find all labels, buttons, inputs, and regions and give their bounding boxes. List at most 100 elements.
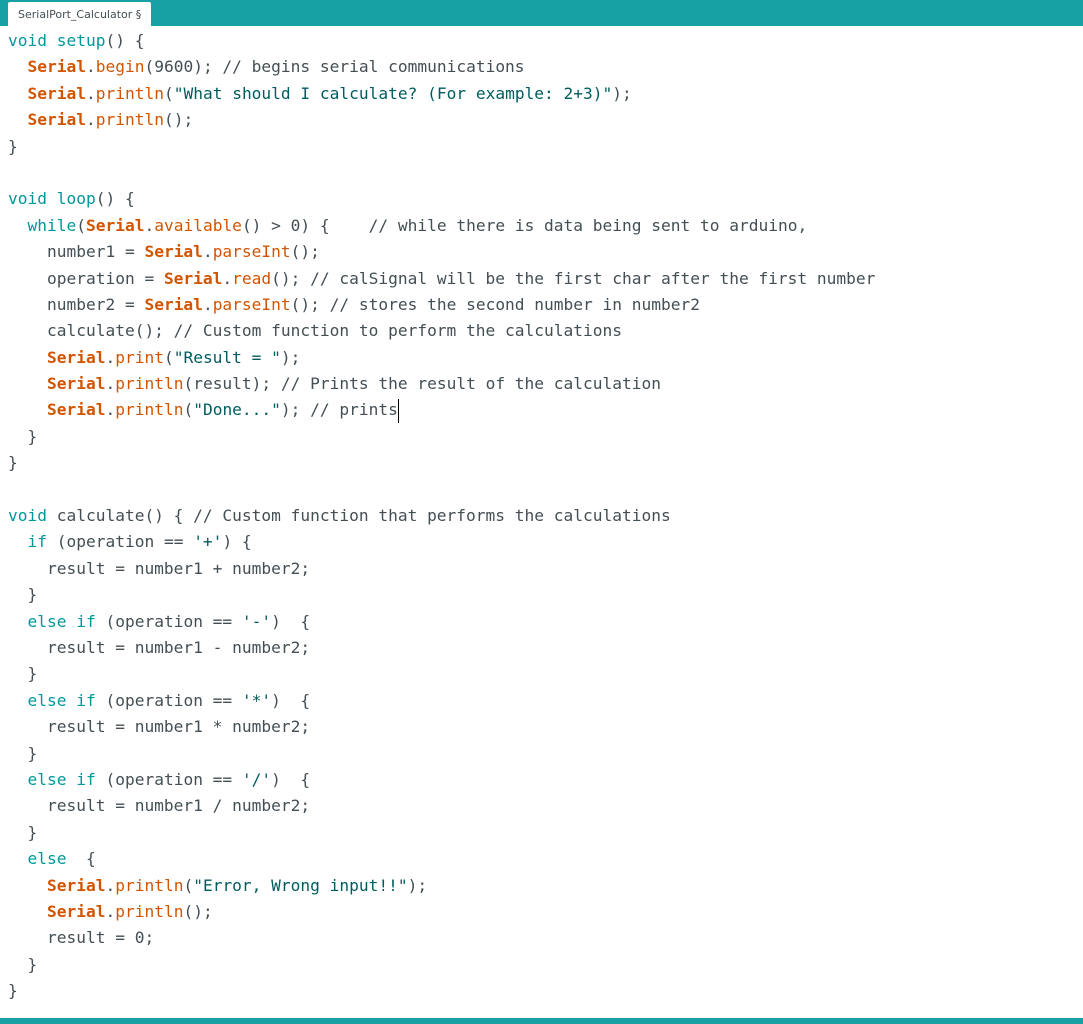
code-token: println [115, 901, 184, 921]
code-line[interactable]: number1 = Serial.parseInt(); [8, 239, 875, 265]
code-token: (operation == [47, 532, 194, 552]
code-line[interactable]: number2 = Serial.parseInt(); // stores t… [8, 292, 875, 318]
code-token: (); [163, 110, 194, 130]
code-line[interactable]: } [8, 134, 875, 160]
code-token: '/' [241, 769, 272, 789]
code-token: println [115, 400, 184, 420]
code-token: ) { [271, 690, 311, 710]
tab-serialport-calculator[interactable]: SerialPort_Calculator § [8, 2, 152, 26]
code-line[interactable]: } [8, 952, 875, 978]
code-line[interactable]: Serial.println(); [8, 107, 875, 133]
code-token: } [8, 981, 18, 1001]
code-token: number2 = [8, 294, 145, 314]
code-line[interactable]: } [8, 424, 875, 450]
code-token: ); [407, 875, 428, 895]
code-line[interactable]: result = 0; [8, 925, 875, 951]
code-line[interactable]: Serial.println("What should I calculate?… [8, 81, 875, 107]
code-token: . [105, 901, 116, 921]
code-token: } [8, 453, 18, 473]
code-token: "What should I calculate? (For example: … [173, 83, 613, 103]
code-line[interactable]: } [8, 582, 875, 608]
code-token: setup [56, 31, 106, 50]
code-token: . [85, 110, 96, 130]
code-token: . [202, 242, 213, 262]
code-token: } [8, 136, 18, 156]
code-token: parseInt [212, 294, 291, 314]
code-line[interactable]: Serial.println("Done..."); // prints [8, 397, 875, 423]
code-token: ) { [222, 532, 252, 552]
code-line[interactable] [8, 477, 875, 503]
code-line[interactable]: else { [8, 846, 875, 872]
code-token: number1 = [8, 242, 145, 262]
code-token: } [8, 585, 38, 605]
code-token: } [8, 426, 38, 446]
code-content[interactable]: void setup() { Serial.begin(9600); // be… [8, 28, 875, 1004]
code-token: if [76, 690, 96, 710]
code-line[interactable]: Serial.print("Result = "); [8, 345, 875, 371]
code-line[interactable]: else if (operation == '-') { [8, 609, 875, 635]
code-token: "Done..." [193, 400, 281, 420]
code-token: ( [183, 875, 194, 895]
code-token: Serial [46, 400, 106, 420]
editor-tab-bar: SerialPort_Calculator § [0, 0, 1083, 26]
code-token: println [95, 110, 164, 130]
code-token: (); [290, 242, 320, 262]
code-token: "Result = " [173, 347, 281, 367]
code-line[interactable]: else if (operation == '*') { [8, 688, 875, 714]
code-token: Serial [27, 57, 86, 77]
code-line[interactable]: Serial.println(result); // Prints the re… [8, 371, 875, 397]
code-line[interactable]: } [8, 450, 875, 476]
code-token: '*' [241, 690, 272, 710]
code-token: operation = [8, 268, 164, 288]
code-token: if [76, 611, 96, 631]
arduino-ide-window: SerialPort_Calculator § void setup() { S… [0, 0, 1083, 1024]
code-line[interactable]: Serial.begin(9600); // begins serial com… [8, 54, 875, 80]
code-token: ); // prints [280, 400, 398, 420]
code-line[interactable]: else if (operation == '/') { [8, 767, 875, 793]
code-line[interactable]: Serial.println("Error, Wrong input!!"); [8, 873, 875, 899]
code-token: Serial [27, 83, 86, 103]
code-token: available [154, 215, 242, 235]
code-line[interactable]: if (operation == '+') { [8, 529, 875, 555]
code-token: . [105, 875, 116, 895]
code-token: (result); // Prints the result of the ca… [183, 374, 661, 394]
code-line[interactable]: } [8, 820, 875, 846]
code-token: (9600); // begins serial communications [144, 57, 525, 77]
code-line[interactable]: } [8, 978, 875, 1004]
code-token: Serial [46, 901, 106, 921]
code-line[interactable]: operation = Serial.read(); // calSignal … [8, 266, 875, 292]
code-line[interactable]: while(Serial.available() > 0) { // while… [8, 213, 875, 239]
code-line[interactable]: result = number1 / number2; [8, 793, 875, 819]
code-token: calculate(); // Custom function to perfo… [8, 321, 622, 341]
code-line[interactable]: Serial.println(); [8, 899, 875, 925]
code-line[interactable]: result = number1 + number2; [8, 556, 875, 582]
code-line[interactable]: void setup() { [8, 28, 875, 54]
code-token: if [27, 532, 48, 552]
code-token: result = number1 * number2; [8, 717, 311, 737]
editor-bottom-bar [0, 1018, 1083, 1024]
code-line[interactable]: result = number1 - number2; [8, 635, 875, 661]
code-line[interactable] [8, 160, 875, 186]
code-line[interactable]: } [8, 741, 875, 767]
code-line[interactable]: result = number1 * number2; [8, 714, 875, 740]
code-token: Serial [163, 268, 223, 288]
code-token: Serial [46, 347, 106, 367]
code-token: '-' [241, 611, 272, 631]
code-line[interactable]: void calculate() { // Custom function th… [8, 503, 875, 529]
code-token: parseInt [212, 242, 291, 262]
code-editor[interactable]: void setup() { Serial.begin(9600); // be… [0, 26, 1083, 1018]
code-line[interactable]: } [8, 661, 875, 687]
code-token: void [8, 31, 47, 50]
code-token: (); // stores the second number in numbe… [290, 294, 700, 314]
code-token: void [8, 506, 47, 526]
code-line[interactable]: void loop() { [8, 186, 875, 212]
code-token: Serial [144, 294, 203, 314]
code-line[interactable]: calculate(); // Custom function to perfo… [8, 318, 875, 344]
